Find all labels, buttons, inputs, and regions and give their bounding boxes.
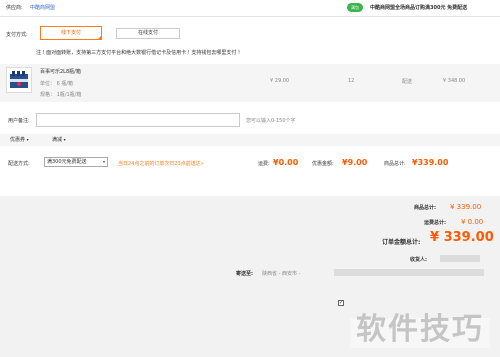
freight-value: ¥0.00 bbox=[273, 158, 299, 167]
address-label: 寄送至: bbox=[236, 271, 253, 277]
payment-label: 支付方式: bbox=[6, 32, 28, 38]
payment-offline-label: 线下支付 bbox=[60, 30, 81, 36]
receiver-name-redacted bbox=[440, 255, 480, 262]
product-subtotal: ¥ 348.00 bbox=[443, 78, 466, 84]
product-delivery: 配送 bbox=[402, 79, 413, 85]
payment-online-button[interactable]: 在线支付 bbox=[116, 28, 180, 39]
summary-order-value: ¥ 339.00 bbox=[430, 230, 494, 245]
delivery-note: 当日24点之前的订单次日23点前送达» bbox=[118, 161, 204, 167]
freight-label: 运费: bbox=[258, 161, 270, 167]
summary-freight-value: ¥ 0.00 bbox=[461, 218, 484, 226]
watermark: 软件技巧 bbox=[356, 312, 484, 347]
header-divider bbox=[0, 16, 500, 17]
delivery-select[interactable]: 满300元免费配送 ▾ bbox=[44, 157, 108, 167]
summary-freight-label: 运费总计: bbox=[424, 220, 446, 226]
free-shipping-badge: 满包 bbox=[347, 3, 363, 12]
discount-value: ¥9.00 bbox=[342, 158, 368, 167]
tab-coupon[interactable]: 优惠券 ▾ bbox=[10, 136, 29, 143]
payment-notice: 注 ! 面对面转账，支持第三方支付平台和绝大数银行借记卡及信用卡 ! 支持钱包去… bbox=[36, 50, 240, 56]
receiver-label: 收货人: bbox=[410, 257, 427, 263]
supplier-name[interactable]: 中酷商网盟 bbox=[30, 4, 55, 11]
agree-checkbox[interactable]: ✓ bbox=[338, 300, 344, 306]
address-detail-redacted bbox=[334, 269, 484, 276]
product-price: ¥ 29.00 bbox=[270, 78, 290, 84]
delivery-select-value: 满300元免费配送 bbox=[47, 159, 87, 165]
selected-corner-icon bbox=[97, 35, 102, 40]
goods-total-value: ¥339.00 bbox=[412, 158, 449, 167]
delivery-label: 配送方式: bbox=[8, 161, 30, 167]
product-qty: 12 bbox=[348, 78, 355, 84]
remark-label: 用户备注: bbox=[8, 118, 30, 124]
product-spec: 规格： 1瓶/1瓶/箱 bbox=[40, 92, 82, 98]
chevron-down-icon: ▾ bbox=[63, 137, 66, 142]
discount-label: 优惠金额: bbox=[312, 161, 334, 167]
tab-coupon-label: 优惠券 bbox=[10, 137, 26, 143]
payment-online-label: 在线支付 bbox=[137, 30, 158, 36]
supplier-label: 供应商: bbox=[6, 5, 23, 11]
product-unit: 单位： 6 瓶/箱 bbox=[40, 81, 74, 87]
free-shipping-notice: 中酷商网盟全场商品订购满300元 免费配送 bbox=[370, 5, 468, 11]
summary-goods-value: ¥ 339.00 bbox=[450, 203, 482, 211]
remark-input[interactable] bbox=[36, 113, 240, 127]
summary-order-label: 订单金额总计: bbox=[382, 239, 421, 246]
goods-total-label: 商品总计: bbox=[384, 161, 406, 167]
tab-discount[interactable]: 满减 ▾ bbox=[52, 136, 66, 143]
product-image[interactable] bbox=[6, 67, 32, 93]
chevron-down-icon: ▾ bbox=[102, 159, 105, 164]
payment-offline-button[interactable]: 线下支付 bbox=[40, 26, 102, 40]
coupon-tab-bar bbox=[0, 134, 500, 146]
free-shipping-badge-text: 满包 bbox=[351, 5, 359, 10]
summary-goods-label: 商品总计: bbox=[414, 205, 436, 211]
tab-discount-label: 满减 bbox=[52, 137, 63, 143]
remark-hint: 您可以输入0-150个字 bbox=[246, 118, 296, 124]
chevron-down-icon: ▾ bbox=[26, 137, 29, 142]
product-name[interactable]: 百事可乐2L8瓶/箱 bbox=[40, 68, 81, 75]
address-value: 陕西省 - 西安市 - bbox=[262, 271, 301, 277]
